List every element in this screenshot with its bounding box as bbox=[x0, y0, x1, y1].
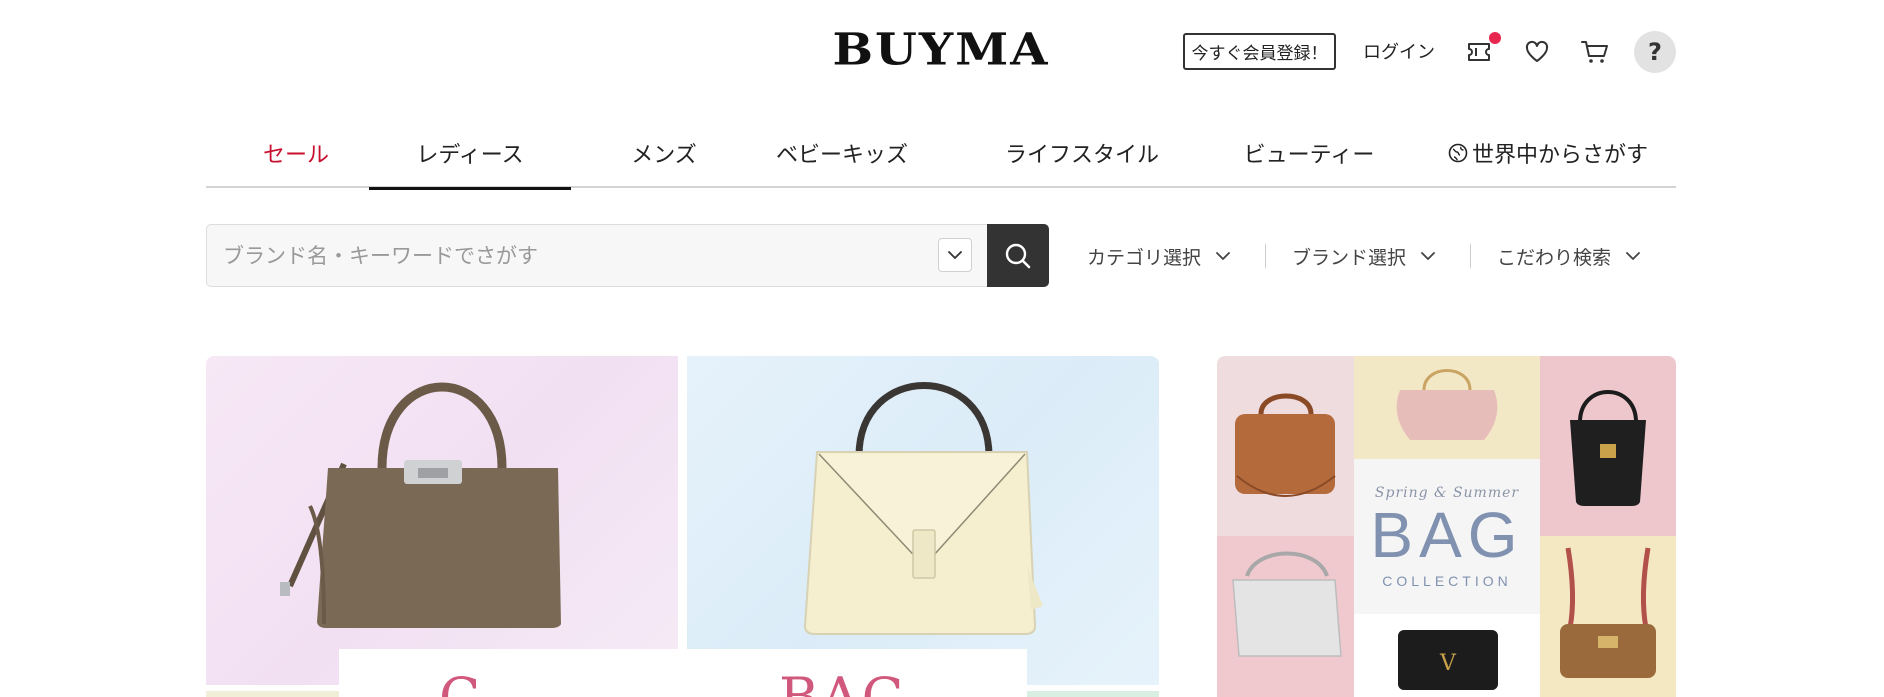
help-icon[interactable]: ? bbox=[1634, 31, 1676, 73]
cart-icon[interactable] bbox=[1580, 37, 1610, 67]
brand-select[interactable]: ブランド選択 bbox=[1292, 240, 1436, 272]
tab-beauty[interactable]: ビューティー bbox=[1219, 118, 1399, 188]
category-select-label: カテゴリ選択 bbox=[1087, 246, 1202, 269]
tile-black-shoulder: V bbox=[1354, 614, 1540, 697]
tile-brown-bag bbox=[1217, 356, 1354, 536]
tile-scarf-bag bbox=[1540, 536, 1676, 697]
login-link[interactable]: ログイン bbox=[1363, 38, 1435, 64]
black-shoulder-bag-image: V bbox=[1398, 630, 1498, 690]
black-bucket-bag-image bbox=[1570, 390, 1646, 506]
chevron-down-icon bbox=[1215, 251, 1231, 261]
register-button[interactable]: 今すぐ会員登録！ bbox=[1183, 33, 1336, 70]
banner-panel-blue bbox=[687, 356, 1159, 697]
chevron-down-icon bbox=[948, 251, 962, 259]
brown-bag-image bbox=[1235, 393, 1336, 497]
pink-clutch-image bbox=[1396, 369, 1498, 440]
coupon-icon-svg bbox=[1468, 43, 1490, 61]
tab-lifestyle[interactable]: ライフスタイル bbox=[982, 118, 1182, 188]
tab-mens[interactable]: メンズ bbox=[599, 118, 729, 188]
banner-headline-left: C bbox=[439, 671, 482, 697]
tab-baby-kids[interactable]: ベビーキッズ bbox=[752, 118, 932, 188]
notification-dot bbox=[1489, 32, 1501, 44]
search-dropdown-toggle[interactable] bbox=[938, 238, 972, 272]
tab-ladies[interactable]: レディース bbox=[369, 118, 571, 190]
strip-segment bbox=[206, 691, 356, 697]
bag-collection-title-panel: Spring & Summer BAG COLLECTION bbox=[1354, 459, 1540, 614]
advanced-search-label: こだわり検索 bbox=[1497, 246, 1612, 269]
main-banner[interactable]: C BAG bbox=[206, 356, 1159, 697]
tile-pink-clutch bbox=[1354, 356, 1540, 459]
tab-sale[interactable]: セール bbox=[226, 118, 366, 188]
banner-headline-card: C BAG bbox=[339, 649, 1027, 697]
collection-subtitle: COLLECTION bbox=[1382, 572, 1512, 589]
tile-white-bag bbox=[1217, 536, 1354, 697]
strip-segment bbox=[1009, 691, 1159, 697]
banner-panel-pink bbox=[206, 356, 678, 697]
chevron-down-icon bbox=[1420, 251, 1436, 261]
search-button[interactable] bbox=[987, 224, 1049, 287]
bag-collection-banner[interactable]: V Spring & Summer BAG COLLECTION bbox=[1217, 356, 1676, 697]
cart-icon-svg bbox=[1581, 41, 1608, 63]
cream-handbag-image bbox=[803, 382, 1043, 635]
tab-world-search[interactable]: 世界中からさがす bbox=[1448, 118, 1648, 188]
filter-divider bbox=[1265, 244, 1266, 268]
white-bag-image bbox=[1232, 551, 1342, 657]
search-icon bbox=[1005, 243, 1031, 268]
heart-icon-svg bbox=[1525, 40, 1549, 62]
brand-select-label: ブランド選択 bbox=[1292, 246, 1407, 269]
category-nav: セール レディース メンズ ベビーキッズ ライフスタイル ビューティー 世界中か… bbox=[206, 118, 1676, 190]
heart-icon[interactable] bbox=[1522, 37, 1552, 67]
scarf-bag-image bbox=[1560, 547, 1656, 678]
globe-icon bbox=[1448, 143, 1468, 163]
category-select[interactable]: カテゴリ選択 bbox=[1087, 240, 1231, 272]
buyma-logo[interactable]: BUYMA bbox=[832, 28, 1047, 72]
search-box bbox=[206, 224, 988, 287]
banner-gap bbox=[678, 356, 687, 697]
chevron-down-icon bbox=[1625, 251, 1641, 261]
banner-headline-right: BAG bbox=[779, 671, 907, 697]
advanced-search[interactable]: こだわり検索 bbox=[1497, 240, 1641, 272]
filter-divider bbox=[1470, 244, 1471, 268]
tab-world-search-label: 世界中からさがす bbox=[1472, 143, 1649, 168]
bag-title: BAG bbox=[1370, 498, 1524, 571]
brown-handbag-image bbox=[280, 382, 561, 628]
tile-black-bucket bbox=[1540, 356, 1676, 536]
search-input[interactable] bbox=[223, 225, 923, 286]
svg-text:V: V bbox=[1439, 651, 1457, 676]
